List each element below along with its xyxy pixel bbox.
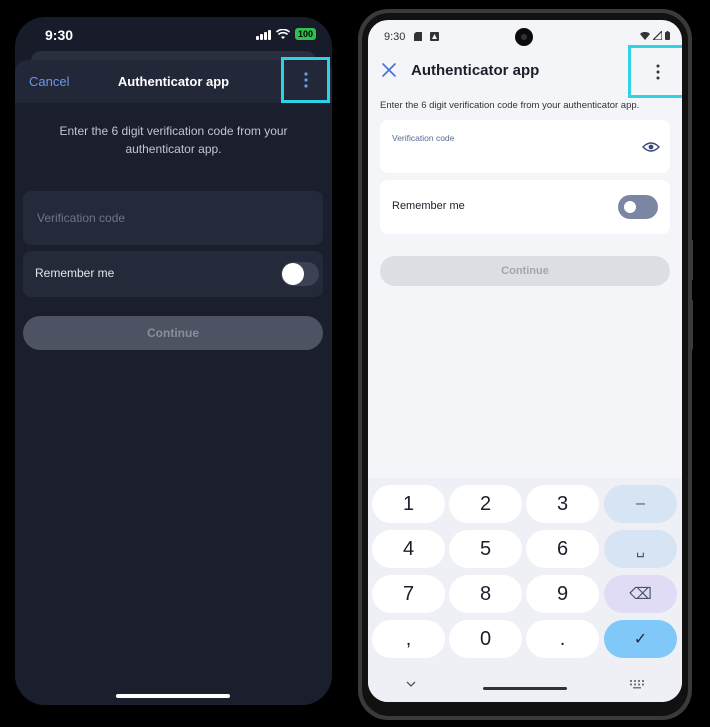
key-6[interactable]: 6: [526, 530, 599, 568]
instruction-text: Enter the 6 digit verification code from…: [380, 100, 640, 111]
verification-code-label: Verification code: [392, 133, 455, 143]
remember-me-label: Remember me: [35, 266, 115, 280]
home-indicator: [116, 694, 230, 698]
keyboard-nav-row: [368, 678, 682, 702]
status-icons: [640, 31, 670, 40]
remember-me-row: Remember me: [380, 180, 670, 234]
notification-icon: [430, 32, 439, 41]
show-password-eye-icon[interactable]: [642, 138, 660, 156]
continue-button[interactable]: Continue: [23, 316, 323, 350]
verification-code-input[interactable]: [392, 148, 636, 164]
key-5[interactable]: 5: [449, 530, 522, 568]
key-2[interactable]: 2: [449, 485, 522, 523]
battery-icon: [665, 31, 670, 40]
hide-keyboard-icon[interactable]: [406, 681, 416, 688]
verification-code-input[interactable]: [35, 210, 309, 226]
power-button: [690, 300, 693, 350]
numeric-keyboard: 1 2 3 – 4 5 6 ␣ 7 8 9 ⌫ , 0 . ✓: [368, 478, 682, 702]
remember-me-toggle[interactable]: [281, 262, 319, 286]
page-title: Authenticator app: [411, 62, 540, 79]
ios-modal-sheet: Cancel Authenticator app Enter the 6 dig…: [15, 57, 332, 705]
verification-code-field[interactable]: [23, 191, 323, 245]
verification-code-field[interactable]: Verification code: [380, 120, 670, 173]
gesture-navigation-bar: [483, 687, 567, 690]
more-options-button[interactable]: [628, 45, 682, 98]
front-camera: [515, 28, 533, 46]
key-8[interactable]: 8: [449, 575, 522, 613]
status-icons: 100: [255, 28, 316, 40]
toggle-knob: [282, 263, 304, 285]
ios-header: Cancel Authenticator app: [15, 57, 332, 103]
wifi-icon: [640, 31, 650, 40]
key-minus[interactable]: –: [604, 485, 677, 523]
wifi-icon: [275, 28, 290, 39]
key-3[interactable]: 3: [526, 485, 599, 523]
cellular-signal-icon: [653, 31, 662, 40]
remember-me-toggle[interactable]: [618, 195, 658, 219]
sd-card-icon: [414, 32, 422, 41]
instruction-text: Enter the 6 digit verification code from…: [59, 124, 288, 156]
key-done[interactable]: ✓: [604, 620, 677, 658]
cellular-signal-icon: [255, 29, 271, 40]
key-backspace[interactable]: ⌫: [604, 575, 677, 613]
toggle-knob: [624, 201, 636, 213]
key-comma[interactable]: ,: [372, 620, 445, 658]
more-vertical-icon: [303, 72, 308, 88]
continue-button[interactable]: Continue: [380, 256, 670, 286]
battery-icon: 100: [294, 28, 316, 40]
more-vertical-icon: [656, 64, 660, 79]
remember-me-label: Remember me: [392, 200, 465, 212]
status-time: 9:30: [384, 31, 406, 43]
key-period[interactable]: .: [526, 620, 599, 658]
key-9[interactable]: 9: [526, 575, 599, 613]
keyboard-switch-icon[interactable]: [630, 680, 644, 689]
ios-screen: 9:30 100 Cancel Authenticator app Enter …: [15, 17, 332, 705]
key-4[interactable]: 4: [372, 530, 445, 568]
key-1[interactable]: 1: [372, 485, 445, 523]
more-options-button[interactable]: [281, 57, 330, 103]
close-icon[interactable]: [380, 61, 398, 79]
key-7[interactable]: 7: [372, 575, 445, 613]
status-time: 9:30: [45, 27, 74, 43]
key-space[interactable]: ␣: [604, 530, 677, 568]
android-screen: 9:30 Authenticator app Enter the 6 digit…: [368, 20, 682, 702]
volume-button: [690, 240, 693, 280]
remember-me-row: Remember me: [23, 251, 323, 297]
key-0[interactable]: 0: [449, 620, 522, 658]
